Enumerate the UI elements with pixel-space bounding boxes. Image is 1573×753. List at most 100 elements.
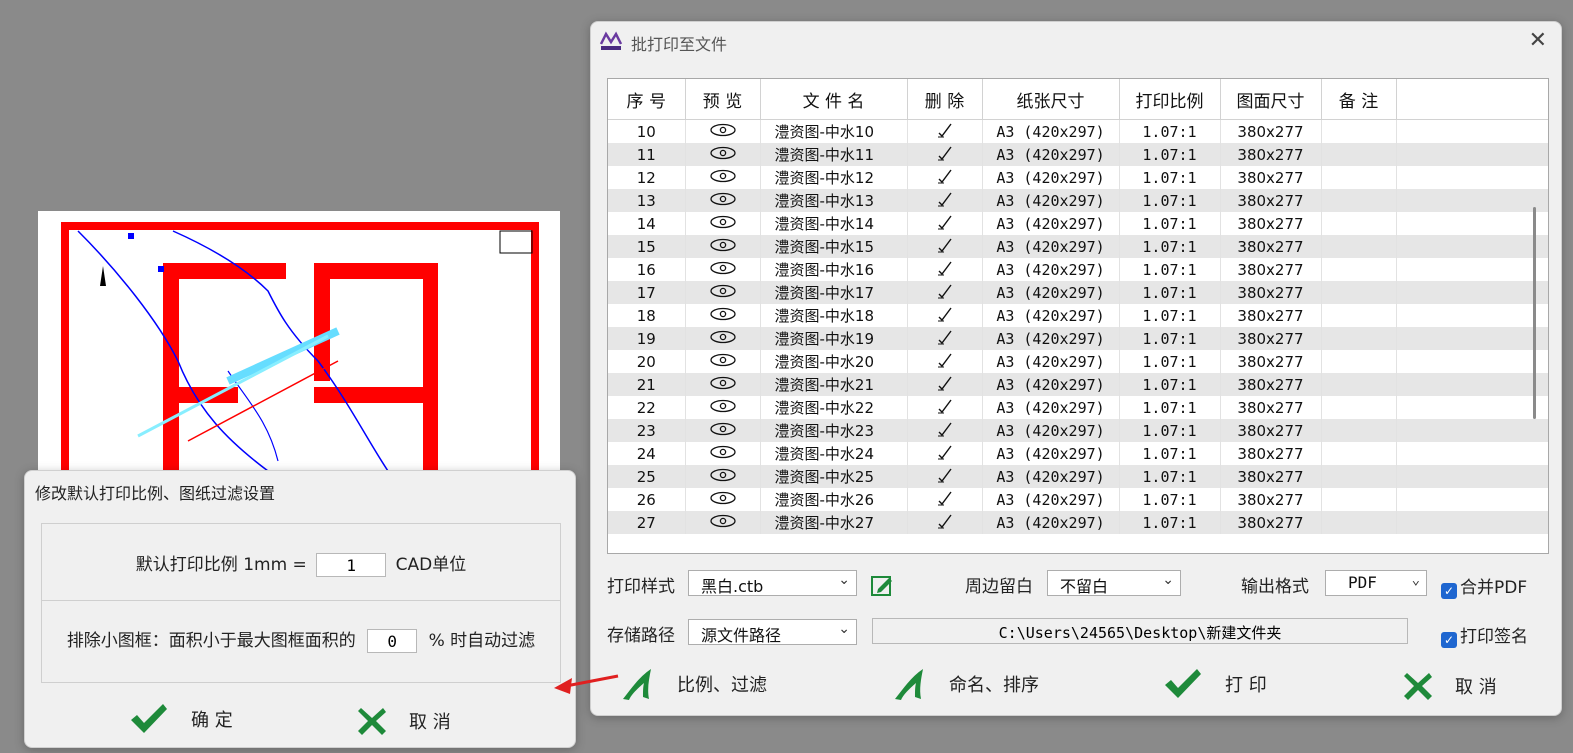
default-scale-input[interactable]: [316, 553, 387, 577]
delete-check-icon[interactable]: [936, 191, 954, 207]
print-scale-cell[interactable]: 1.07:1: [1119, 212, 1221, 235]
delete-check-icon[interactable]: [936, 122, 954, 138]
drawing-size-cell[interactable]: 380x277: [1220, 442, 1322, 465]
preview-cell[interactable]: [685, 396, 761, 419]
file-name-cell[interactable]: 澧资图-中水12: [760, 166, 908, 189]
eye-icon[interactable]: [709, 422, 737, 436]
eye-icon[interactable]: [709, 445, 737, 459]
eye-icon[interactable]: [709, 468, 737, 482]
paper-size-cell[interactable]: A3 (420x297): [982, 488, 1120, 511]
output-format-select[interactable]: PDF ⌄: [1325, 570, 1427, 596]
file-name-cell[interactable]: 澧资图-中水19: [760, 327, 908, 350]
drawing-size-cell[interactable]: 380x277: [1220, 373, 1322, 396]
table-row[interactable]: 23 澧资图-中水23 A3 (420x297) 1.07:1 380x277: [608, 419, 1548, 442]
print-scale-cell[interactable]: 1.07:1: [1119, 258, 1221, 281]
remark-cell[interactable]: [1321, 119, 1397, 143]
paper-size-cell[interactable]: A3 (420x297): [982, 281, 1120, 304]
col-header[interactable]: 序 号: [608, 79, 686, 120]
print-scale-cell[interactable]: 1.07:1: [1119, 143, 1221, 166]
table-row[interactable]: 10 澧资图-中水10 A3 (420x297) 1.07:1 380x277: [608, 119, 1548, 143]
delete-cell[interactable]: [907, 304, 983, 327]
paper-size-cell[interactable]: A3 (420x297): [982, 304, 1120, 327]
delete-cell[interactable]: [907, 281, 983, 304]
delete-check-icon[interactable]: [936, 283, 954, 299]
eye-icon[interactable]: [709, 169, 737, 183]
preview-cell[interactable]: [685, 235, 761, 258]
print-button[interactable]: 打 印: [1163, 664, 1267, 704]
delete-cell[interactable]: [907, 212, 983, 235]
delete-check-icon[interactable]: [936, 375, 954, 391]
drawing-size-cell[interactable]: 380x277: [1220, 235, 1322, 258]
paper-size-cell[interactable]: A3 (420x297): [982, 511, 1120, 534]
paper-size-cell[interactable]: A3 (420x297): [982, 258, 1120, 281]
delete-cell[interactable]: [907, 235, 983, 258]
print-scale-cell[interactable]: 1.07:1: [1119, 327, 1221, 350]
eye-icon[interactable]: [709, 284, 737, 298]
drawing-size-cell[interactable]: 380x277: [1220, 488, 1322, 511]
delete-check-icon[interactable]: [936, 329, 954, 345]
drawing-size-cell[interactable]: 380x277: [1220, 465, 1322, 488]
file-name-cell[interactable]: 澧资图-中水17: [760, 281, 908, 304]
drawing-size-cell[interactable]: 380x277: [1220, 350, 1322, 373]
remark-cell[interactable]: [1321, 442, 1397, 465]
eye-icon[interactable]: [709, 330, 737, 344]
delete-cell[interactable]: [907, 189, 983, 212]
remark-cell[interactable]: [1321, 350, 1397, 373]
table-row[interactable]: 20 澧资图-中水20 A3 (420x297) 1.07:1 380x277: [608, 350, 1548, 373]
eye-icon[interactable]: [709, 399, 737, 413]
drawing-size-cell[interactable]: 380x277: [1220, 304, 1322, 327]
table-row[interactable]: 27 澧资图-中水27 A3 (420x297) 1.07:1 380x277: [608, 511, 1548, 534]
drawing-size-cell[interactable]: 380x277: [1220, 396, 1322, 419]
table-row[interactable]: 12 澧资图-中水12 A3 (420x297) 1.07:1 380x277: [608, 166, 1548, 189]
eye-icon[interactable]: [709, 192, 737, 206]
drawing-size-cell[interactable]: 380x277: [1220, 511, 1322, 534]
paper-size-cell[interactable]: A3 (420x297): [982, 166, 1120, 189]
eye-icon[interactable]: [709, 514, 737, 528]
preview-cell[interactable]: [685, 488, 761, 511]
remark-cell[interactable]: [1321, 511, 1397, 534]
remark-cell[interactable]: [1321, 212, 1397, 235]
file-name-cell[interactable]: 澧资图-中水23: [760, 419, 908, 442]
paper-size-cell[interactable]: A3 (420x297): [982, 212, 1120, 235]
remark-cell[interactable]: [1321, 488, 1397, 511]
remark-cell[interactable]: [1321, 396, 1397, 419]
print-scale-cell[interactable]: 1.07:1: [1119, 119, 1221, 143]
print-scale-cell[interactable]: 1.07:1: [1119, 373, 1221, 396]
preview-cell[interactable]: [685, 350, 761, 373]
paper-size-cell[interactable]: A3 (420x297): [982, 327, 1120, 350]
col-header[interactable]: 图面尺寸: [1220, 79, 1322, 120]
print-scale-cell[interactable]: 1.07:1: [1119, 304, 1221, 327]
preview-cell[interactable]: [685, 327, 761, 350]
col-header[interactable]: 打印比例: [1119, 79, 1221, 120]
preview-cell[interactable]: [685, 119, 761, 143]
sub-cancel-button[interactable]: 取 消: [357, 701, 451, 741]
table-row[interactable]: 17 澧资图-中水17 A3 (420x297) 1.07:1 380x277: [608, 281, 1548, 304]
remark-cell[interactable]: [1321, 143, 1397, 166]
delete-check-icon[interactable]: [936, 444, 954, 460]
table-row[interactable]: 22 澧资图-中水22 A3 (420x297) 1.07:1 380x277: [608, 396, 1548, 419]
preview-cell[interactable]: [685, 419, 761, 442]
print-scale-cell[interactable]: 1.07:1: [1119, 419, 1221, 442]
delete-check-icon[interactable]: [936, 467, 954, 483]
eye-icon[interactable]: [709, 376, 737, 390]
col-header[interactable]: 备 注: [1321, 79, 1397, 120]
print-scale-cell[interactable]: 1.07:1: [1119, 396, 1221, 419]
preview-cell[interactable]: [685, 143, 761, 166]
preview-cell[interactable]: [685, 511, 761, 534]
paper-size-cell[interactable]: A3 (420x297): [982, 119, 1120, 143]
remark-cell[interactable]: [1321, 166, 1397, 189]
paper-size-cell[interactable]: A3 (420x297): [982, 350, 1120, 373]
delete-cell[interactable]: [907, 258, 983, 281]
delete-cell[interactable]: [907, 350, 983, 373]
delete-cell[interactable]: [907, 442, 983, 465]
file-name-cell[interactable]: 澧资图-中水16: [760, 258, 908, 281]
file-table[interactable]: 序 号 预 览 文 件 名 删 除 纸张尺寸 打印比例 图面尺寸 备 注 10 澧…: [607, 78, 1549, 554]
table-row[interactable]: 19 澧资图-中水19 A3 (420x297) 1.07:1 380x277: [608, 327, 1548, 350]
file-name-cell[interactable]: 澧资图-中水13: [760, 189, 908, 212]
preview-cell[interactable]: [685, 281, 761, 304]
delete-check-icon[interactable]: [936, 168, 954, 184]
delete-cell[interactable]: [907, 119, 983, 143]
print-signature-checkbox[interactable]: ✓ 打印签名: [1441, 622, 1528, 648]
eye-icon[interactable]: [709, 123, 737, 137]
remark-cell[interactable]: [1321, 465, 1397, 488]
